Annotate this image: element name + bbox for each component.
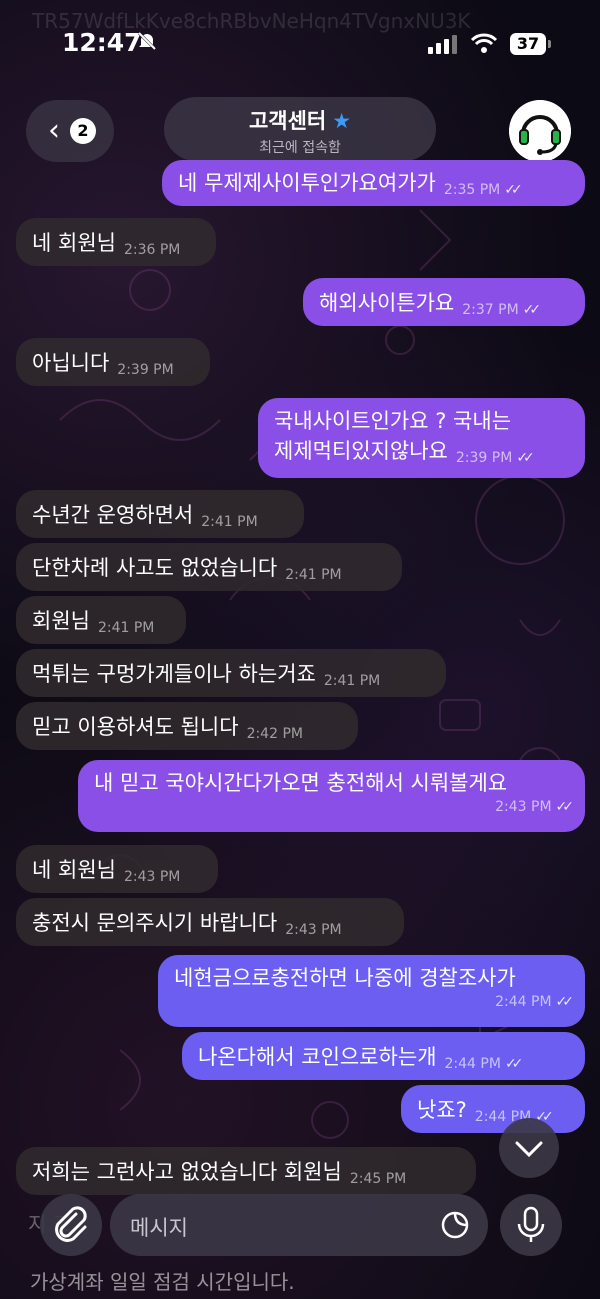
message-text: 충전시 문의주시기 바랍니다 — [32, 911, 278, 935]
status-time: 12:47 — [62, 28, 142, 57]
message-text: 네 회원님 — [32, 858, 116, 882]
message-text: 아닙니다 — [32, 351, 110, 375]
message-text: 먹튀는 구멍가게들이나 하는거죠 — [32, 662, 316, 686]
message-input-placeholder: 메시지 — [130, 1216, 188, 1240]
message-time: 2:41 PM — [323, 673, 381, 689]
cellular-signal-icon — [428, 35, 457, 54]
message-bubble-outgoing[interactable]: 네현금으로충전하면 나중에 경찰조사가 2:44 PM ✓✓ — [158, 955, 585, 1027]
message-time: 2:43 PM — [495, 799, 552, 815]
message-time: 2:44 PM — [495, 994, 552, 1010]
chat-title-pill[interactable]: 고객센터 ★ 최근에 접속함 — [164, 97, 436, 161]
message-text: 낫죠? — [417, 1098, 467, 1122]
message-text: 나온다해서 코인으로하는개 — [198, 1045, 437, 1069]
message-bubble-outgoing[interactable]: 나온다해서 코인으로하는개 2:44 PM ✓✓ — [182, 1032, 585, 1080]
message-text: 저희는 그런사고 없었습니다 회원님 — [32, 1160, 342, 1184]
message-bubble-incoming[interactable]: 믿고 이용하셔도 됩니다 2:42 PM — [16, 702, 358, 750]
battery-indicator: 37 — [510, 33, 546, 55]
message-text: 국내사이트인가요 ? 국내는 — [274, 409, 512, 433]
scroll-down-button[interactable] — [499, 1118, 559, 1178]
message-time: 2:41 PM — [285, 567, 342, 583]
message-time: 2:35 PM — [443, 182, 501, 198]
message-time: 2:39 PM — [455, 450, 513, 466]
message-time: 2:43 PM — [285, 922, 342, 938]
read-ticks-icon: ✓✓ — [555, 799, 575, 815]
message-bubble-outgoing[interactable]: 해외사이튼가요 2:37 PM ✓✓ — [303, 278, 585, 326]
message-bubble-outgoing[interactable]: 네 무제제사이투인가요여가가 2:35 PM ✓✓ — [162, 160, 585, 206]
last-seen-status: 최근에 접속함 — [259, 140, 341, 156]
chat-title-row: 고객센터 ★ — [164, 105, 436, 135]
message-bubble-incoming[interactable]: 네 회원님 2:36 PM — [16, 218, 216, 266]
message-bubble-incoming[interactable]: 수년간 운영하면서 2:41 PM — [16, 490, 304, 538]
message-input[interactable]: 메시지 — [110, 1194, 488, 1256]
partial-message-text: 가상계좌 일일 점검 시간입니다. — [30, 1270, 295, 1294]
message-bubble-incoming[interactable]: 먹튀는 구멍가게들이나 하는거죠 2:41 PM — [16, 649, 446, 697]
message-time: 2:44 PM — [444, 1056, 501, 1072]
message-bubble-incoming[interactable]: 회원님 2:41 PM — [16, 596, 186, 644]
chat-title: 고객센터 — [248, 109, 327, 133]
paperclip-icon — [55, 1206, 87, 1242]
muted-bell-icon — [137, 31, 157, 51]
chevron-left-icon: ‹ — [48, 113, 60, 148]
avatar[interactable] — [509, 100, 571, 162]
status-bar: 12:47 37 — [0, 0, 600, 90]
message-meta: 2:37 PM ✓✓ — [462, 295, 542, 325]
message-bubble-incoming[interactable]: 단한차례 사고도 없었습니다 2:41 PM — [16, 543, 402, 591]
message-time: 2:39 PM — [117, 362, 174, 378]
message-meta: 2:39 PM ✓✓ — [455, 443, 535, 473]
message-time: 2:37 PM — [462, 302, 519, 318]
read-ticks-icon: ✓✓ — [504, 1056, 524, 1072]
message-text: 단한차례 사고도 없었습니다 — [32, 556, 278, 580]
message-bubble-outgoing[interactable]: 국내사이트인가요 ? 국내는 제제먹티있지않나요 2:39 PM ✓✓ — [258, 398, 585, 478]
message-meta: 2:35 PM ✓✓ — [443, 175, 523, 205]
microphone-icon — [517, 1206, 545, 1242]
message-time: 2:36 PM — [123, 242, 181, 258]
message-text: 해외사이튼가요 — [319, 291, 455, 315]
microphone-button[interactable] — [500, 1194, 562, 1256]
message-text: 믿고 이용하셔도 됩니다 — [32, 715, 239, 739]
message-time: 2:41 PM — [201, 514, 258, 530]
back-button[interactable]: ‹ 2 — [26, 100, 114, 162]
unread-count-badge: 2 — [70, 118, 96, 144]
message-text: 네 회원님 — [32, 231, 116, 255]
message-time: 2:42 PM — [246, 726, 303, 742]
message-bubble-incoming[interactable]: 충전시 문의주시기 바랍니다 2:43 PM — [16, 898, 404, 946]
message-time: 2:43 PM — [123, 869, 181, 885]
message-time: 2:41 PM — [97, 620, 155, 636]
wifi-icon — [470, 33, 498, 53]
message-text: 회원님 — [32, 609, 90, 633]
message-bubble-incoming[interactable]: 저희는 그런사고 없었습니다 회원님 2:45 PM — [16, 1147, 476, 1195]
read-ticks-icon: ✓✓ — [555, 994, 575, 1010]
battery-tip — [548, 40, 551, 48]
read-ticks-icon: ✓✓ — [516, 450, 535, 466]
message-time: 2:45 PM — [349, 1171, 407, 1187]
message-bubble-incoming[interactable]: 네 회원님 2:43 PM — [16, 845, 218, 893]
headset-icon — [509, 100, 571, 162]
star-icon: ★ — [332, 109, 352, 133]
sticker-icon[interactable] — [440, 1210, 470, 1240]
read-ticks-icon: ✓✓ — [504, 182, 523, 198]
chevron-down-icon — [515, 1141, 543, 1158]
message-bubble-outgoing[interactable]: 내 믿고 국야시간다가오면 충전해서 시뤄볼게요 2:43 PM ✓✓ — [78, 760, 585, 832]
message-text: 수년간 운영하면서 — [32, 503, 194, 527]
read-ticks-icon: ✓✓ — [522, 302, 542, 318]
message-text: 네 무제제사이투인가요여가가 — [178, 171, 436, 195]
message-bubble-incoming[interactable]: 아닙니다 2:39 PM — [16, 338, 210, 386]
message-text-line2: 제제먹티있지않나요 — [274, 439, 448, 463]
attach-button[interactable] — [40, 1194, 102, 1256]
message-meta: 2:44 PM ✓✓ — [444, 1049, 524, 1079]
